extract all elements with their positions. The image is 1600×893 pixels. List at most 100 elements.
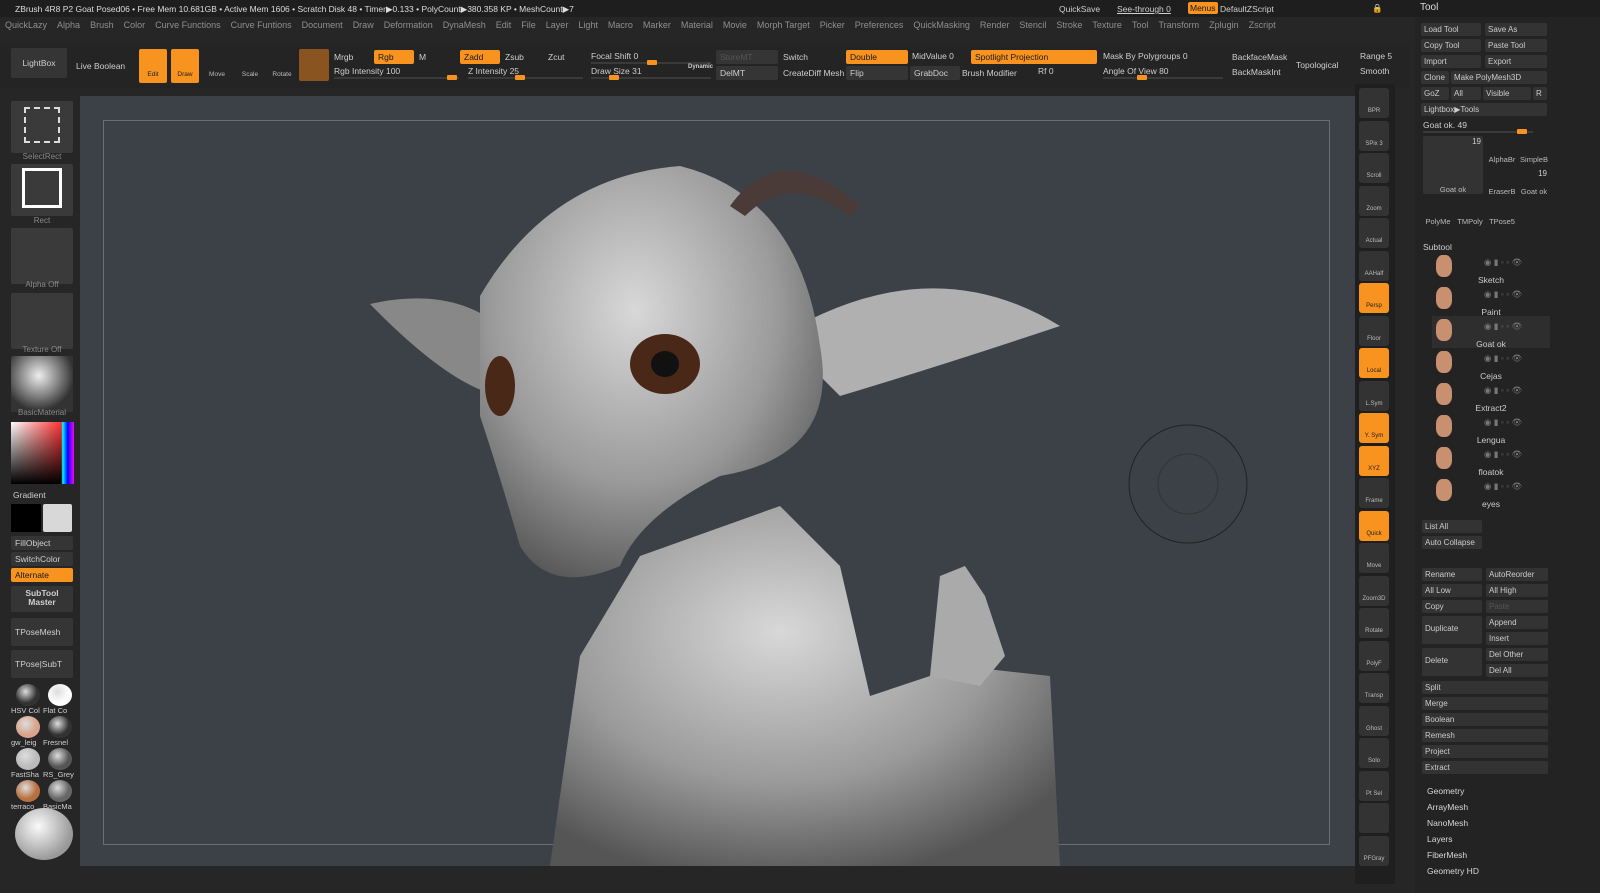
draw-button[interactable]: Draw bbox=[171, 49, 199, 83]
material-thumb[interactable] bbox=[16, 716, 40, 738]
shelf-button-y-sym[interactable]: Y. Sym bbox=[1359, 413, 1389, 443]
material-button[interactable] bbox=[11, 356, 73, 412]
export-button[interactable]: Export bbox=[1485, 55, 1547, 68]
shelf-button-pt-sel[interactable]: Pt Sel bbox=[1359, 770, 1389, 801]
append-button[interactable]: Append bbox=[1486, 616, 1548, 629]
subtool-row[interactable]: Paint ◉ ▮ ◦ ◦ 👁 bbox=[1432, 284, 1550, 317]
move-button[interactable]: Move bbox=[203, 49, 231, 83]
alternate-button[interactable]: Alternate bbox=[11, 568, 73, 582]
texture-button[interactable] bbox=[11, 293, 73, 349]
material-thumb[interactable] bbox=[48, 716, 72, 738]
dynamic-toggle[interactable]: Dynamic bbox=[688, 64, 713, 70]
delmt-button[interactable]: DelMT bbox=[716, 66, 778, 80]
material-thumb[interactable] bbox=[48, 780, 72, 802]
menu-alpha[interactable]: Alpha bbox=[52, 17, 85, 33]
shelf-button-rotate[interactable]: Rotate bbox=[1359, 608, 1389, 638]
lightbox-button[interactable]: LightBox bbox=[11, 48, 67, 78]
brush-preview-sphere[interactable] bbox=[15, 808, 73, 860]
draw-size-slider[interactable] bbox=[591, 75, 711, 80]
auto-collapse-button[interactable]: Auto Collapse bbox=[1422, 536, 1482, 549]
material-thumb[interactable] bbox=[16, 748, 40, 770]
menu-zplugin[interactable]: Zplugin bbox=[1204, 17, 1244, 33]
shelf-button-persp[interactable]: Persp bbox=[1359, 283, 1389, 313]
menu-texture[interactable]: Texture bbox=[1087, 17, 1127, 33]
menu-zscript[interactable]: Zscript bbox=[1244, 17, 1281, 33]
rf-slider[interactable]: Rf 0 bbox=[1038, 66, 1054, 76]
subtool-visibility-icon[interactable]: ◉ ▮ ◦ ◦ 👁 bbox=[1484, 321, 1522, 332]
shelf-button-scroll[interactable]: Scroll bbox=[1359, 153, 1389, 183]
canvas-viewport[interactable] bbox=[80, 96, 1355, 866]
menu-quickmasking[interactable]: QuickMasking bbox=[908, 17, 975, 33]
zcut-button[interactable]: Zcut bbox=[548, 52, 565, 62]
insert-button[interactable]: Insert bbox=[1486, 632, 1548, 645]
subtool-master-button[interactable]: SubTool Master bbox=[11, 586, 73, 612]
shelf-button-pfgray[interactable]: PFGray bbox=[1359, 835, 1389, 866]
menu-movie[interactable]: Movie bbox=[718, 17, 752, 33]
boolean-button[interactable]: Boolean bbox=[1422, 713, 1548, 726]
color-picker[interactable] bbox=[11, 422, 74, 484]
alpha-button[interactable] bbox=[11, 228, 73, 284]
shelf-button-spix-3[interactable]: SPix 3 bbox=[1359, 120, 1389, 151]
z-intensity-slider[interactable] bbox=[468, 75, 583, 80]
visible-button[interactable]: Visible bbox=[1483, 87, 1531, 100]
storemt-button[interactable]: StoreMT bbox=[716, 50, 778, 64]
shelf-button-move[interactable]: Move bbox=[1359, 543, 1389, 573]
menu-deformation[interactable]: Deformation bbox=[379, 17, 438, 33]
list-all-button[interactable]: List All bbox=[1422, 520, 1482, 533]
menu-draw[interactable]: Draw bbox=[348, 17, 379, 33]
shelf-button-quick[interactable]: Quick bbox=[1359, 510, 1389, 541]
subtool-visibility-icon[interactable]: ◉ ▮ ◦ ◦ 👁 bbox=[1484, 353, 1522, 364]
split-button[interactable]: Split bbox=[1422, 681, 1548, 694]
subtool-row[interactable]: Lengua ◉ ▮ ◦ ◦ 👁 bbox=[1432, 412, 1550, 445]
zscript-button[interactable]: DefaultZScript bbox=[1216, 2, 1278, 16]
subtool-row[interactable]: eyes ◉ ▮ ◦ ◦ 👁 bbox=[1432, 476, 1550, 509]
live-boolean-button[interactable]: Live Boolean bbox=[76, 61, 125, 71]
main-color-swatch[interactable] bbox=[11, 504, 41, 532]
all-high-button[interactable]: All High bbox=[1486, 584, 1548, 597]
paste-tool-button[interactable]: Paste Tool bbox=[1485, 39, 1547, 52]
section-layers[interactable]: Layers bbox=[1427, 834, 1453, 844]
topological-button[interactable]: Topological bbox=[1296, 60, 1339, 70]
r-button[interactable]: R bbox=[1533, 87, 1547, 100]
smooth-slider[interactable]: Smooth bbox=[1360, 66, 1389, 76]
menu-macro[interactable]: Macro bbox=[603, 17, 638, 33]
menu-stencil[interactable]: Stencil bbox=[1014, 17, 1051, 33]
subtool-visibility-icon[interactable]: ◉ ▮ ◦ ◦ 👁 bbox=[1484, 481, 1522, 492]
section-geometry[interactable]: Geometry bbox=[1427, 786, 1464, 796]
tool-thumb[interactable]: Goat ok 19 bbox=[1519, 168, 1549, 196]
shelf-button-floor[interactable]: Floor bbox=[1359, 315, 1389, 346]
menus-button[interactable]: Menus bbox=[1188, 2, 1218, 14]
delete-button[interactable]: Delete bbox=[1422, 648, 1482, 676]
save-as-button[interactable]: Save As bbox=[1485, 23, 1547, 36]
menu-curve-functions[interactable]: Curve Functions bbox=[150, 17, 226, 33]
switch-button[interactable]: Switch bbox=[783, 52, 808, 62]
menu-dynamesh[interactable]: DynaMesh bbox=[438, 17, 491, 33]
copy-button[interactable]: Copy bbox=[1422, 600, 1482, 613]
menu-brush[interactable]: Brush bbox=[85, 17, 119, 33]
menu-layer[interactable]: Layer bbox=[541, 17, 574, 33]
subtool-row[interactable]: floatok ◉ ▮ ◦ ◦ 👁 bbox=[1432, 444, 1550, 477]
shelf-button-aahalf[interactable]: AAHalf bbox=[1359, 250, 1389, 281]
shelf-button-xyz[interactable]: XYZ bbox=[1359, 445, 1389, 476]
menu-transform[interactable]: Transform bbox=[1153, 17, 1204, 33]
tposemesh-button[interactable]: TPoseMesh bbox=[11, 618, 73, 646]
menu-marker[interactable]: Marker bbox=[638, 17, 676, 33]
rgb-button[interactable]: Rgb bbox=[374, 50, 414, 64]
copy-tool-button[interactable]: Copy Tool bbox=[1421, 39, 1481, 52]
subtool-visibility-icon[interactable]: ◉ ▮ ◦ ◦ 👁 bbox=[1484, 449, 1522, 460]
creatediff-button[interactable]: CreateDiff Mesh bbox=[783, 68, 844, 78]
paste-button[interactable]: Paste bbox=[1486, 600, 1548, 613]
autoreorder-button[interactable]: AutoReorder bbox=[1486, 568, 1548, 581]
menu-render[interactable]: Render bbox=[975, 17, 1015, 33]
rename-button[interactable]: Rename bbox=[1422, 568, 1482, 581]
see-through-slider[interactable]: See-through 0 bbox=[1113, 2, 1175, 16]
midvalue-slider[interactable]: MidValue 0 bbox=[912, 51, 954, 61]
range-slider[interactable]: Range 5 bbox=[1360, 51, 1392, 61]
merge-button[interactable]: Merge bbox=[1422, 697, 1548, 710]
switchcolor-button[interactable]: SwitchColor bbox=[11, 552, 73, 566]
menu-tool[interactable]: Tool bbox=[1127, 17, 1154, 33]
del-all-button[interactable]: Del All bbox=[1486, 664, 1548, 677]
subtool-visibility-icon[interactable]: ◉ ▮ ◦ ◦ 👁 bbox=[1484, 257, 1522, 268]
menu-morph-target[interactable]: Morph Target bbox=[752, 17, 815, 33]
edit-button[interactable]: Edit bbox=[139, 49, 167, 83]
